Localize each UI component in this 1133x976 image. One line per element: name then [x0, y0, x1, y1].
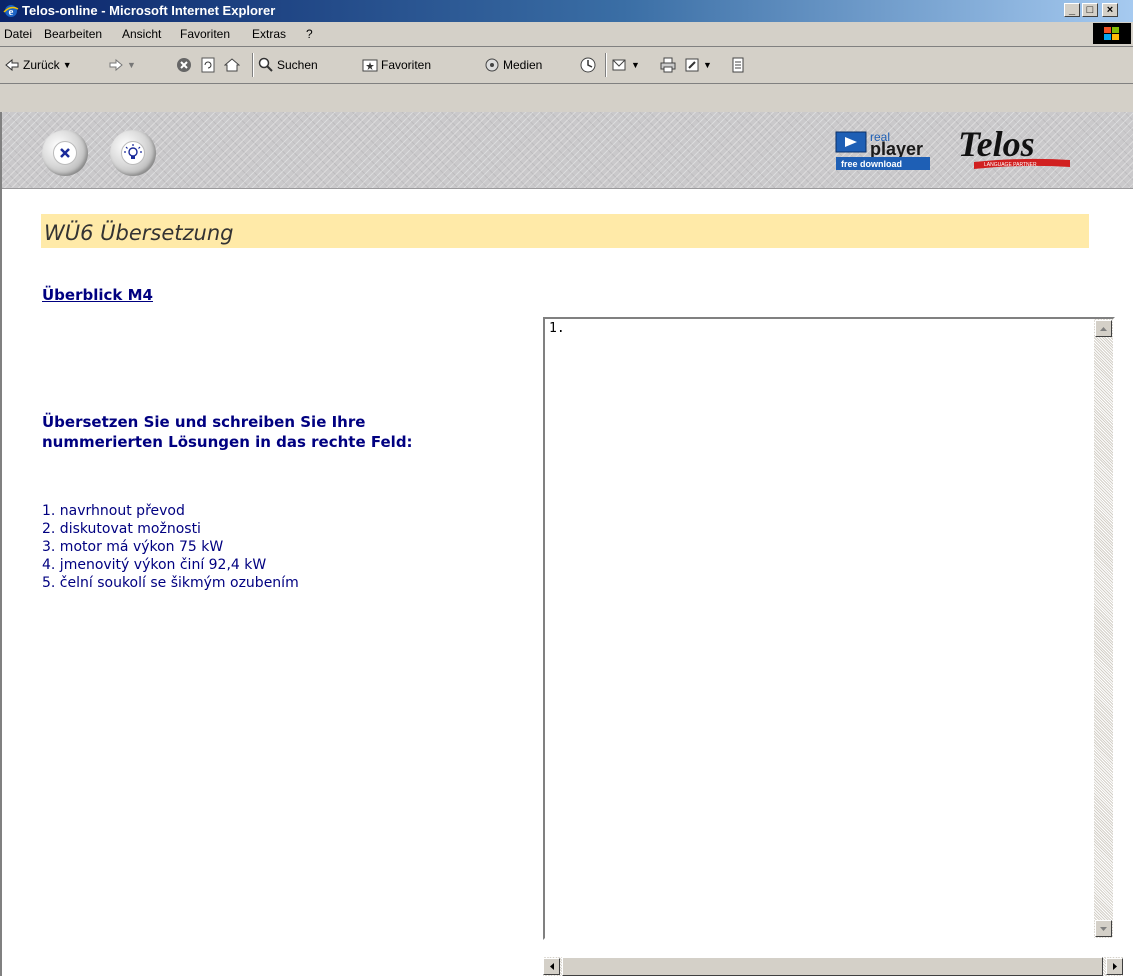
realplayer-line3: free download	[841, 159, 902, 169]
phrase-list: 1. navrhnout převod 2. diskutovat možnos…	[42, 502, 522, 592]
instruction-line: nummerierten Lösungen in das rechte Feld…	[42, 433, 413, 451]
scroll-right-arrow-icon	[1112, 963, 1117, 970]
favorites-folder-icon	[362, 59, 378, 72]
scroll-up-button[interactable]	[1095, 320, 1112, 337]
toolbar-separator	[252, 53, 254, 77]
maximize-button[interactable]: □	[1082, 3, 1098, 17]
scroll-down-arrow-icon	[1100, 926, 1107, 931]
edit-icon	[685, 58, 699, 72]
edit-dropdown-icon[interactable]: ▼	[703, 60, 712, 70]
forward-arrow-icon	[109, 58, 123, 72]
page-horizontal-scrollbar[interactable]	[543, 957, 1123, 976]
favorites-button[interactable]: Favoriten	[362, 57, 431, 73]
minimize-button[interactable]: _	[1064, 3, 1080, 17]
home-button[interactable]	[224, 57, 240, 73]
phrase-item: 1. navrhnout převod	[42, 503, 185, 519]
window-title: Telos-online - Microsoft Internet Explor…	[22, 3, 276, 18]
scroll-up-arrow-icon	[1100, 326, 1107, 331]
phrase-item: 3. motor má výkon 75 kW	[42, 539, 224, 555]
history-button[interactable]	[580, 57, 596, 73]
answer-field: 1.	[543, 317, 1115, 940]
page-viewport: real player free download Telos LANGUAGE…	[0, 112, 1133, 976]
mail-button[interactable]: ▼	[612, 57, 640, 73]
back-arrow-icon	[5, 58, 19, 72]
mail-icon	[612, 59, 626, 71]
menu-favoriten[interactable]: Favoriten	[180, 27, 230, 41]
mail-dropdown-icon[interactable]: ▼	[631, 60, 640, 70]
search-button[interactable]: Suchen	[258, 57, 318, 73]
phrase-item: 5. čelní soukolí se šikmým ozubením	[42, 575, 299, 591]
refresh-icon	[201, 57, 215, 73]
realplayer-download-link[interactable]: real player free download	[835, 129, 933, 171]
print-button[interactable]	[660, 57, 676, 73]
history-icon	[580, 57, 596, 73]
back-button[interactable]: Zurück ▼	[4, 57, 72, 73]
forward-button[interactable]: ▼	[108, 57, 136, 73]
forward-dropdown-icon[interactable]: ▼	[127, 60, 136, 70]
stop-icon	[177, 58, 191, 72]
realplayer-logo: real player free download	[835, 130, 930, 170]
scroll-right-button[interactable]	[1106, 958, 1123, 975]
refresh-button[interactable]	[200, 57, 216, 73]
scroll-left-button[interactable]	[543, 958, 560, 975]
phrase-item: 4. jmenovitý výkon činí 92,4 kW	[42, 557, 267, 573]
favorites-label: Favoriten	[381, 58, 432, 72]
window-titlebar[interactable]: e Telos-online - Microsoft Internet Expl…	[0, 0, 1133, 22]
search-label: Suchen	[277, 58, 318, 72]
telos-logo-text: Telos	[958, 124, 1035, 164]
instruction-text: Übersetzen Sie und schreiben Sie Ihre nu…	[42, 412, 522, 452]
telos-logo: Telos LANGUAGE PARTNER	[954, 124, 1078, 172]
menu-bearbeiten[interactable]: Bearbeiten	[44, 27, 102, 41]
windows-flag-icon	[1093, 23, 1131, 44]
back-dropdown-icon[interactable]: ▼	[63, 60, 72, 70]
edit-button[interactable]: ▼	[684, 57, 712, 73]
menu-ansicht[interactable]: Ansicht	[122, 27, 161, 41]
discuss-button[interactable]	[730, 57, 746, 73]
page-title: WÜ6 Übersetzung	[44, 221, 234, 245]
telos-tagline: LANGUAGE PARTNER	[984, 162, 1037, 168]
phrase-item: 2. diskutovat možnosti	[42, 521, 201, 537]
menu-bar: Datei Bearbeiten Ansicht Favoriten Extra…	[0, 22, 1133, 47]
lightbulb-icon	[121, 141, 145, 165]
internet-explorer-icon: e	[3, 5, 19, 18]
close-icon	[53, 141, 77, 165]
media-icon	[485, 58, 499, 72]
scroll-thumb[interactable]	[562, 957, 1103, 976]
menu-datei[interactable]: Datei	[4, 27, 32, 41]
printer-icon	[660, 57, 676, 73]
answer-vertical-scrollbar[interactable]	[1094, 319, 1113, 938]
media-label: Medien	[503, 58, 543, 72]
stop-button[interactable]	[176, 57, 192, 73]
media-button[interactable]: Medien	[484, 57, 542, 73]
answer-textarea[interactable]: 1.	[545, 319, 1094, 938]
menu-extras[interactable]: Extras	[252, 27, 286, 41]
title-band: WÜ6 Übersetzung	[41, 214, 1089, 248]
home-icon	[224, 58, 240, 72]
close-button[interactable]: ×	[1102, 3, 1118, 17]
scroll-left-arrow-icon	[549, 963, 554, 970]
realplayer-line2: player	[870, 139, 923, 159]
scroll-down-button[interactable]	[1095, 920, 1112, 937]
overview-link[interactable]: Überblick M4	[42, 286, 153, 304]
site-banner: real player free download Telos LANGUAGE…	[2, 112, 1133, 189]
browser-toolbar: Zurück ▼ ▼ Suchen Favoriten Medien ▼ ▼	[0, 47, 1133, 84]
instruction-line: Übersetzen Sie und schreiben Sie Ihre	[42, 413, 366, 431]
hint-button[interactable]	[110, 130, 156, 176]
search-icon	[258, 57, 273, 72]
menu-help[interactable]: ?	[306, 27, 313, 41]
back-label: Zurück	[23, 58, 60, 72]
discuss-icon	[732, 57, 744, 73]
close-page-button[interactable]	[42, 130, 88, 176]
toolbar-separator	[605, 53, 607, 77]
